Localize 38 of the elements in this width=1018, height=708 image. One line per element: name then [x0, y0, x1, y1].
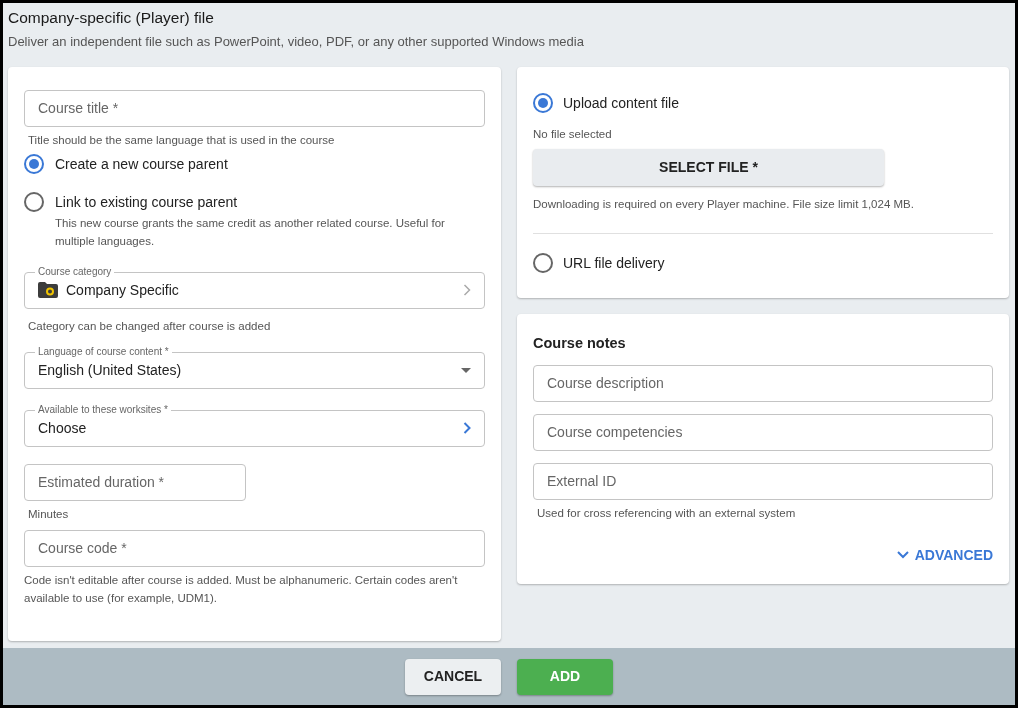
radio-button[interactable]	[24, 153, 44, 174]
dropdown-arrow-icon	[461, 367, 471, 373]
section-title: Course notes	[533, 333, 627, 353]
dialog-title: Company-specific (Player) file	[8, 8, 215, 28]
chevron-right-icon	[463, 422, 471, 434]
field-label: Course category	[35, 264, 115, 279]
cancel-button[interactable]: CANCEL	[405, 658, 501, 695]
field-value: Choose	[38, 418, 88, 438]
field-label: Language of course content *	[35, 344, 172, 359]
helper-text: Downloading is required on every Player machine. File size limit 1,024 MB.	[533, 196, 915, 212]
text-field[interactable]: Course code *	[24, 529, 485, 567]
radio-button[interactable]	[533, 93, 553, 113]
radio-label[interactable]: URL file delivery	[563, 252, 665, 274]
radio-label[interactable]: Upload content file	[563, 92, 679, 114]
text-field[interactable]: Estimated duration *	[24, 463, 246, 501]
text-field[interactable]: Course description	[533, 364, 993, 402]
text-field[interactable]: External ID	[533, 462, 993, 500]
radio-label[interactable]: Link to existing course parent	[55, 191, 485, 212]
helper-text: This new course grants the same credit as another related course. Useful for multiple languages.	[55, 215, 446, 249]
radio-button[interactable]	[533, 253, 553, 274]
helper-text: Title should be the same language that is used in the course	[27, 132, 336, 148]
helper-text: Used for cross referencing with an external system	[536, 505, 797, 521]
dialog-subtitle: Deliver an independent file such as PowerPoint, video, PDF, or any other supported Windows media	[8, 33, 585, 51]
text-field[interactable]: Course competencies	[533, 413, 993, 451]
helper-text: Minutes	[27, 506, 70, 522]
chevron-right-icon	[463, 284, 471, 296]
radio-button[interactable]	[24, 191, 44, 212]
field-value: English (United States)	[38, 360, 183, 380]
chevron-down-icon	[896, 551, 909, 559]
field-value: Company Specific	[66, 280, 180, 300]
text-field[interactable]: Course title *	[24, 89, 485, 127]
radio-label[interactable]: Create a new course parent	[55, 153, 228, 174]
file-status: No file selected	[533, 126, 613, 142]
helper-text: Code isn't editable after course is added. Must be alphanumeric. Certain codes aren't available to use (for example, UDM1).	[24, 572, 459, 606]
helper-text: Category can be changed after course is added	[27, 318, 272, 334]
advanced-toggle[interactable]: ADVANCED	[896, 544, 993, 566]
folder-icon	[38, 282, 58, 298]
select-file-button[interactable]: SELECT FILE *	[533, 148, 884, 186]
